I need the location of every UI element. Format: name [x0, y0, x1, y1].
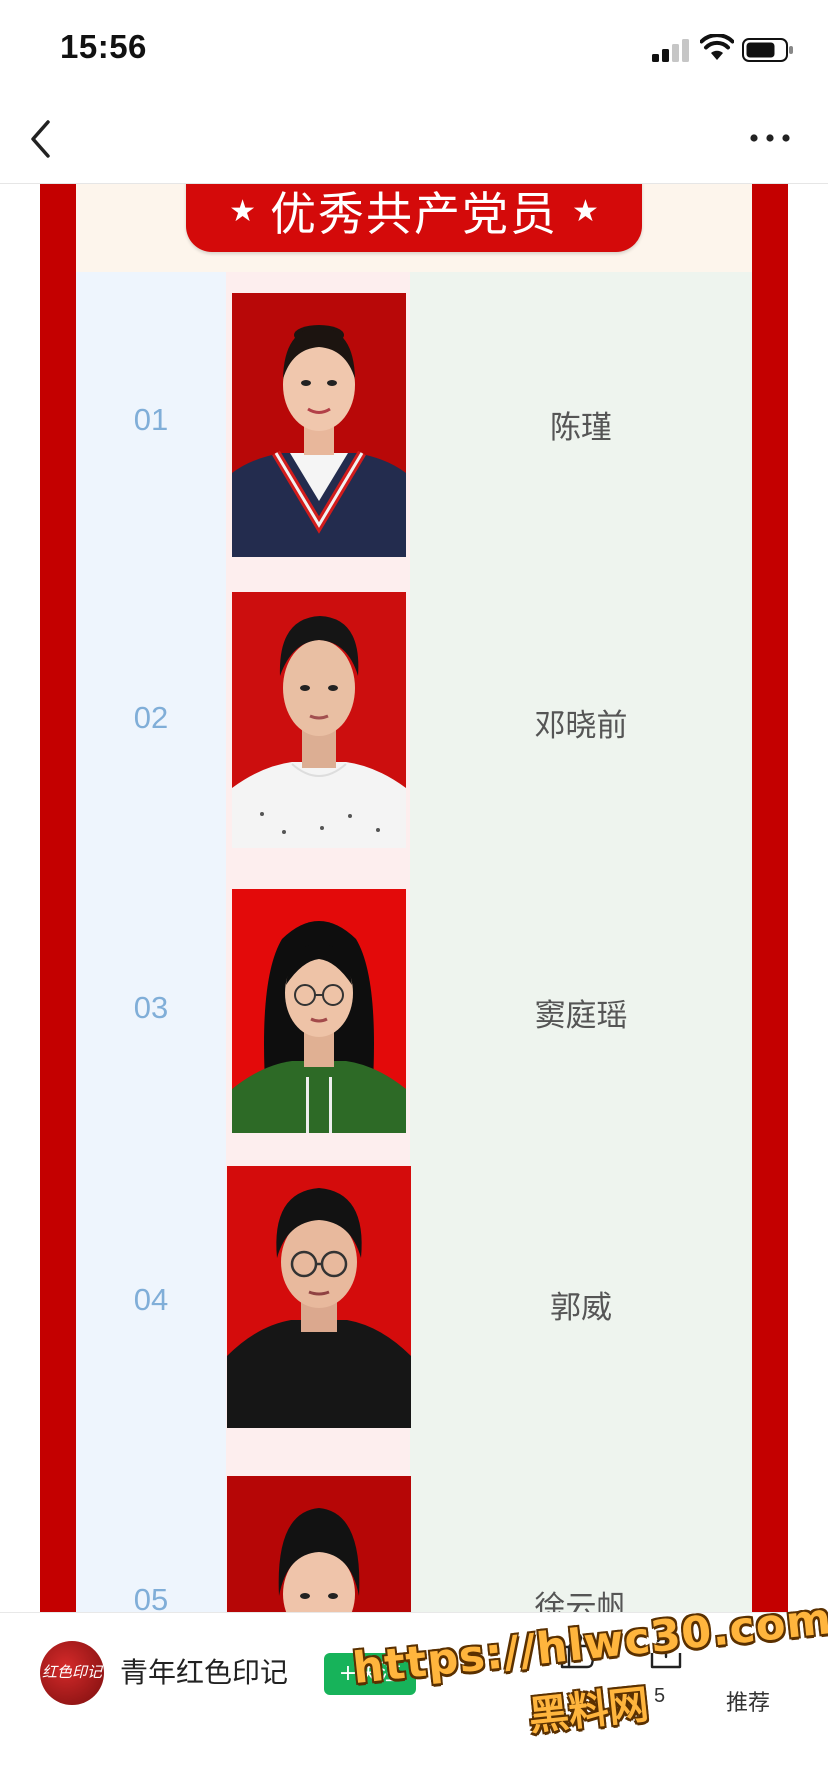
member-name: 郭威: [550, 1290, 612, 1326]
member-panel: ★ 优秀共产党员 ★ 01 陈瑾 02 邓晓前 03 窦庭瑶 04 郭威 05 …: [76, 184, 752, 1612]
member-number: 01: [133, 402, 169, 437]
table-row: 02 邓晓前: [76, 572, 752, 872]
battery-icon: [742, 38, 793, 62]
account-name[interactable]: 青年红色印记: [120, 1651, 288, 1691]
member-number: 02: [133, 700, 169, 735]
star-icon: ★: [229, 193, 256, 229]
member-photo: [232, 889, 406, 1133]
table-row: 03 窦庭瑶: [76, 872, 752, 1162]
banner-area: ★ 优秀共产党员 ★: [76, 184, 752, 272]
member-name: 窦庭瑶: [534, 998, 628, 1034]
star-icon: ★: [572, 193, 599, 229]
member-photo: [232, 592, 406, 848]
article-content[interactable]: ★ 优秀共产党员 ★ 01 陈瑾 02 邓晓前 03 窦庭瑶 04 郭威 05 …: [0, 184, 828, 1612]
status-time: 15:56: [60, 28, 147, 65]
table-row: 01 陈瑾: [76, 272, 752, 572]
wifi-icon: [700, 34, 734, 60]
chevron-left-icon[interactable]: [26, 116, 56, 162]
more-horizontal-icon[interactable]: [748, 126, 792, 150]
avatar-logo-text: 红色印记: [41, 1663, 102, 1681]
cellular-signal-icon: [652, 39, 689, 62]
member-number: 03: [133, 990, 169, 1025]
section-banner: ★ 优秀共产党员 ★: [186, 184, 642, 252]
member-photo: [232, 293, 406, 557]
status-bar: 15:56: [0, 0, 828, 96]
member-number: 05: [133, 1582, 169, 1612]
nav-bar: [0, 96, 828, 184]
member-number: 04: [133, 1282, 169, 1317]
member-table: 01 陈瑾 02 邓晓前 03 窦庭瑶 04 郭威 05 徐云帆: [76, 272, 752, 1612]
member-photo: [227, 1166, 411, 1428]
table-row: 05 徐云帆: [76, 1462, 752, 1612]
account-avatar[interactable]: 红色印记: [40, 1641, 104, 1705]
table-row: 04 郭威: [76, 1162, 752, 1462]
banner-title: 优秀共产党员: [270, 187, 558, 241]
member-photo: [227, 1476, 411, 1612]
red-frame: ★ 优秀共产党员 ★ 01 陈瑾 02 邓晓前 03 窦庭瑶 04 郭威 05 …: [40, 184, 788, 1612]
member-name: 邓晓前: [534, 708, 628, 744]
member-name: 陈瑾: [550, 410, 612, 446]
